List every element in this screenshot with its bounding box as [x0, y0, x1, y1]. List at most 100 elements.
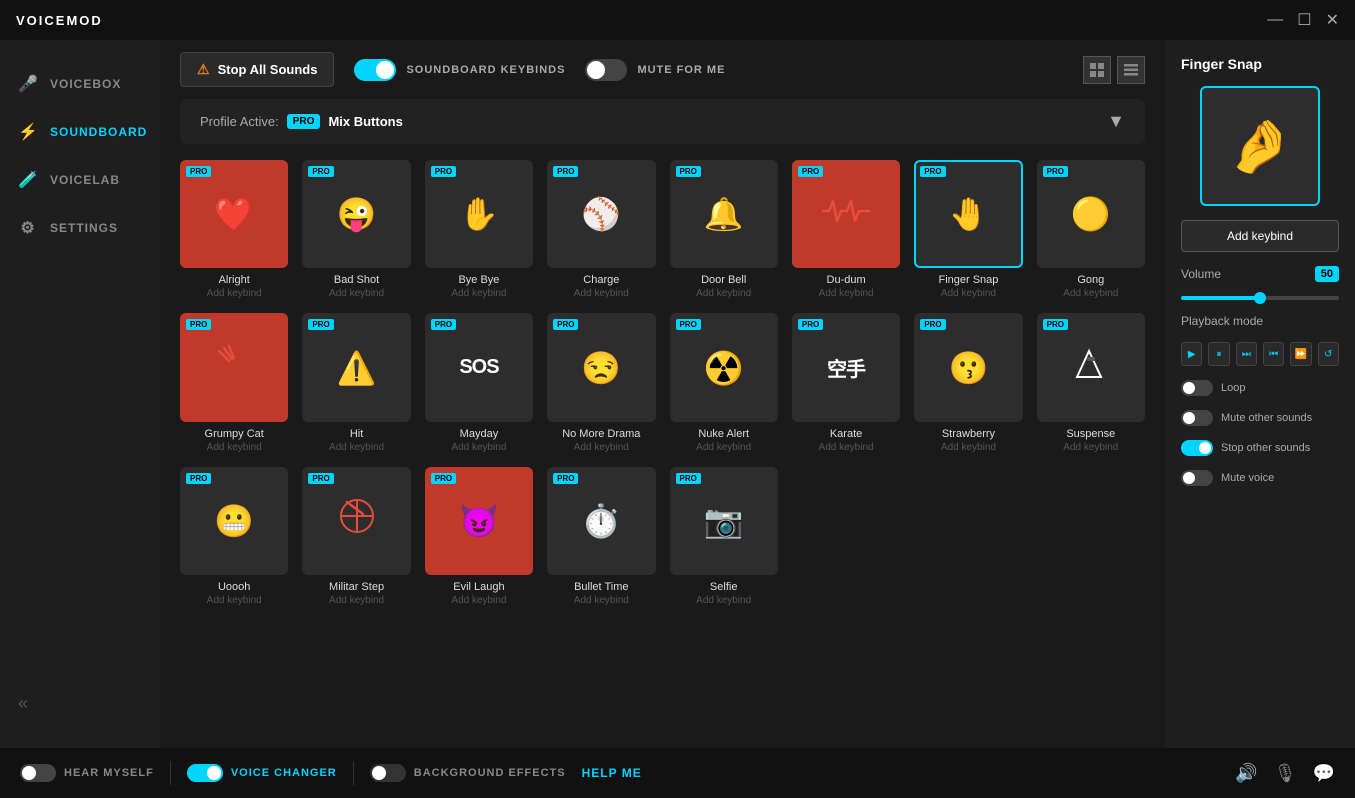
sound-card-bullettime[interactable]: PRO⏱️Bullet TimeAdd keybind: [547, 467, 655, 606]
sound-card-fingersnap[interactable]: PRO🤚Finger SnapAdd keybind: [914, 160, 1022, 299]
pro-tag: PRO: [431, 319, 456, 330]
soundboard-keybinds-toggle[interactable]: [354, 59, 396, 81]
pro-tag: PRO: [676, 319, 701, 330]
volume-slider[interactable]: [1181, 296, 1339, 300]
sound-card-nomoredrama[interactable]: PRO😒No More DramaAdd keybind: [547, 313, 655, 452]
sidebar-item-voicebox[interactable]: 🎤 VOICEBOX: [0, 60, 160, 108]
voice-changer-knob: [207, 766, 221, 780]
separator-2: [353, 761, 354, 785]
keybinds-label: SOUNDBOARD KEYBINDS: [406, 64, 565, 76]
minimize-icon[interactable]: —: [1267, 11, 1283, 29]
lightning-icon: ⚡: [18, 122, 38, 142]
loop-toggle[interactable]: [1181, 380, 1213, 396]
volume-fill: [1181, 296, 1260, 300]
playback-mode-label: Playback mode: [1181, 314, 1339, 328]
sound-card-gong[interactable]: PRO🟡GongAdd keybind: [1037, 160, 1145, 299]
volume-icon[interactable]: 🔊: [1235, 763, 1257, 784]
sound-card-alright[interactable]: PRO❤️AlrightAdd keybind: [180, 160, 288, 299]
sound-img-gong: PRO🟡: [1037, 160, 1145, 268]
view-buttons: [1083, 56, 1145, 84]
doorbell-icon: 🔔: [704, 195, 744, 233]
grid-view-button[interactable]: [1083, 56, 1111, 84]
fast-forward-button[interactable]: ⏩: [1290, 342, 1311, 366]
sound-card-suspense[interactable]: PROSuspenseAdd keybind: [1037, 313, 1145, 452]
help-button[interactable]: HELP ME: [582, 766, 642, 780]
sound-img-byebye: PRO ✋: [425, 160, 533, 268]
sound-keybind-charge: Add keybind: [574, 288, 629, 299]
next-button[interactable]: ⏭: [1236, 342, 1257, 366]
pause-button[interactable]: ⏸: [1208, 342, 1229, 366]
bg-effects-toggle[interactable]: [370, 764, 406, 782]
sound-card-dudum[interactable]: PRODu-dumAdd keybind: [792, 160, 900, 299]
sound-card-badshot[interactable]: PRO😜Bad ShotAdd keybind: [302, 160, 410, 299]
pro-tag: PRO: [553, 319, 578, 330]
sound-keybind-badshot: Add keybind: [329, 288, 384, 299]
pro-tag: PRO: [308, 319, 333, 330]
panel-sound-title: Finger Snap: [1181, 56, 1339, 72]
maximize-icon[interactable]: ☐: [1297, 10, 1311, 30]
list-view-button[interactable]: [1117, 56, 1145, 84]
mute-other-toggle-row: Mute other sounds: [1181, 410, 1339, 426]
gear-icon: ⚙: [18, 218, 38, 238]
repeat-button[interactable]: ↺: [1318, 342, 1339, 366]
separator-1: [170, 761, 171, 785]
pro-tag: PRO: [676, 473, 701, 484]
sound-card-selfie[interactable]: PRO📷SelfieAdd keybind: [670, 467, 778, 606]
sound-name-suspense: Suspense: [1066, 428, 1115, 440]
stop-all-sounds-button[interactable]: ⚠ Stop All Sounds: [180, 52, 334, 87]
sound-keybind-suspense: Add keybind: [1063, 442, 1118, 453]
hear-myself-toggle[interactable]: [20, 764, 56, 782]
mute-for-me-toggle[interactable]: [585, 59, 627, 81]
sound-card-nukealert[interactable]: PRO☢️Nuke AlertAdd keybind: [670, 313, 778, 452]
sound-card-charge[interactable]: PRO⚾ChargeAdd keybind: [547, 160, 655, 299]
sound-card-strawberry[interactable]: PRO😗StrawberryAdd keybind: [914, 313, 1022, 452]
stop-other-label: Stop other sounds: [1221, 442, 1310, 454]
sound-card-grumpycat[interactable]: PROGrumpy CatAdd keybind: [180, 313, 288, 452]
gong-icon: 🟡: [1071, 195, 1111, 233]
mayday-icon: SOS: [459, 356, 498, 379]
sound-card-karate[interactable]: PRO空手KarateAdd keybind: [792, 313, 900, 452]
sound-keybind-doorbell: Add keybind: [696, 288, 751, 299]
sound-keybind-hit: Add keybind: [329, 442, 384, 453]
sound-card-hit[interactable]: PRO⚠️HitAdd keybind: [302, 313, 410, 452]
stop-other-toggle[interactable]: [1181, 440, 1213, 456]
sound-card-doorbell[interactable]: PRO🔔Door BellAdd keybind: [670, 160, 778, 299]
sidebar-item-voicelab[interactable]: 🧪 VOICELAB: [0, 156, 160, 204]
loop-label: Loop: [1221, 382, 1245, 394]
sound-card-militarstep[interactable]: PROMilitar StepAdd keybind: [302, 467, 410, 606]
evillaugh-icon: 😈: [459, 502, 499, 540]
add-keybind-button[interactable]: Add keybind: [1181, 220, 1339, 252]
prev-button[interactable]: ⏮: [1263, 342, 1284, 366]
sound-card-byebye[interactable]: PRO✋Bye ByeAdd keybind: [425, 160, 533, 299]
voice-changer-toggle[interactable]: [187, 764, 223, 782]
sound-card-mayday[interactable]: PROSOSMaydayAdd keybind: [425, 313, 533, 452]
sound-card-evillaugh[interactable]: PRO😈Evil LaughAdd keybind: [425, 467, 533, 606]
sound-name-badshot: Bad Shot: [334, 274, 379, 286]
sound-name-strawberry: Strawberry: [942, 428, 995, 440]
pro-tag: PRO: [553, 473, 578, 484]
pro-badge: PRO: [287, 114, 321, 129]
sound-name-alright: Alright: [219, 274, 250, 286]
play-button[interactable]: ▶: [1181, 342, 1202, 366]
close-icon[interactable]: ✕: [1326, 10, 1339, 30]
pro-tag: PRO: [431, 166, 456, 177]
charge-icon: ⚾: [581, 195, 621, 233]
collapse-sidebar-button[interactable]: «: [0, 679, 160, 728]
volume-row: Volume 50: [1181, 266, 1339, 282]
mute-toggle-knob: [587, 61, 605, 79]
sound-img-charge: PRO⚾: [547, 160, 655, 268]
microphone-bottom-icon[interactable]: 🎙: [1274, 763, 1297, 784]
sound-keybind-evillaugh: Add keybind: [451, 595, 506, 606]
pro-tag: PRO: [431, 473, 456, 484]
chat-icon[interactable]: 💬: [1313, 763, 1335, 784]
sound-keybind-bullettime: Add keybind: [574, 595, 629, 606]
sidebar-item-settings[interactable]: ⚙ SETTINGS: [0, 204, 160, 252]
sidebar-item-soundboard[interactable]: ⚡ SOUNDBOARD: [0, 108, 160, 156]
uoooh-icon: 😬: [214, 502, 254, 540]
sound-card-uoooh[interactable]: PRO😬UooohAdd keybind: [180, 467, 288, 606]
sound-keybind-grumpycat: Add keybind: [207, 442, 262, 453]
byebye-icon: ✋: [459, 195, 499, 233]
mute-other-toggle[interactable]: [1181, 410, 1213, 426]
mute-voice-toggle[interactable]: [1181, 470, 1213, 486]
profile-bar[interactable]: Profile Active: PRO Mix Buttons ▼: [180, 99, 1145, 144]
